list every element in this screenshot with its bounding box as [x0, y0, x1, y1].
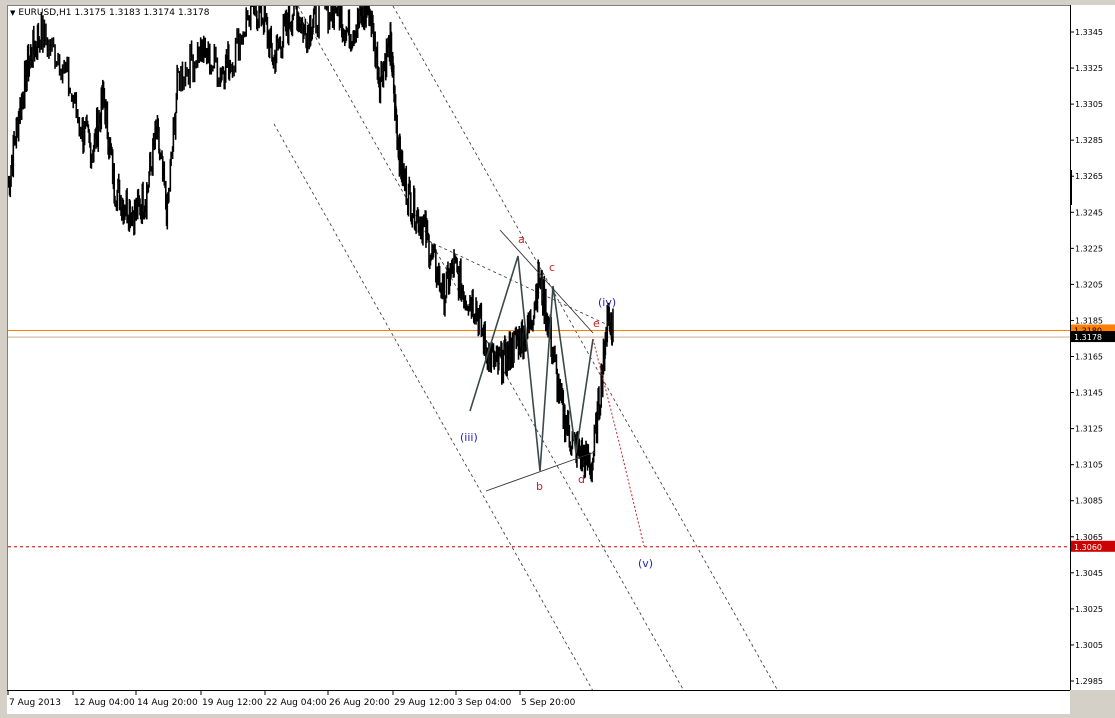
price-tick-label: 1.3265 [1075, 172, 1103, 181]
time-tick-label: 14 Aug 20:00 [137, 698, 198, 708]
price-tick-label: 1.3145 [1075, 389, 1103, 398]
price-tick-label: 1.3105 [1075, 461, 1103, 470]
low-value: 1.3174 [143, 8, 176, 18]
price-tick-label: 1.3125 [1075, 425, 1103, 434]
price-tick-label: 1.3085 [1075, 497, 1103, 506]
wave-label: (iii) [460, 431, 478, 444]
price-tick-label: 1.3205 [1075, 280, 1103, 289]
wave-label: b [536, 480, 543, 493]
price-tick-label: 1.3325 [1075, 64, 1103, 73]
channel-line [392, 6, 779, 691]
chart-plot-area[interactable]: (iii) a b c d e (iv) (v) [7, 5, 1070, 691]
time-tick-label: 7 Aug 2013 [9, 698, 61, 708]
time-tick-label: 5 Sep 20:00 [521, 698, 576, 708]
time-tick-label: 19 Aug 12:00 [202, 698, 263, 708]
price-level-label: 1.3060 [1074, 543, 1102, 552]
price-tick-label: 1.3285 [1075, 136, 1103, 145]
price-level-label: 1.3178 [1074, 333, 1102, 342]
chart-header: ▼ EURUSD,H1 1.3175 1.3183 1.3174 1.3178 [10, 8, 210, 18]
price-tick-label: 1.3245 [1075, 208, 1103, 217]
time-axis-svg: 7 Aug 2013 12 Aug 04:00 14 Aug 20:00 19 Aug… [7, 691, 576, 708]
price-axis-svg: 1.3345 1.3325 1.3305 1.3285 1.3265 1.3245 1.32… [1070, 5, 1115, 690]
chart-window: (iii) a b c d e (iv) (v) ▼ EURUSD,H1 1.3175 1.3… [0, 0, 1115, 714]
close-value: 1.3178 [178, 8, 210, 18]
wave-label: (v) [638, 557, 653, 570]
price-tick-label: 1.3165 [1075, 353, 1103, 362]
wave-label: e [593, 317, 600, 330]
open-value: 1.3175 [74, 8, 107, 18]
symbol-label: EURUSD,H1 [18, 8, 72, 18]
time-tick-label: 22 Aug 04:00 [266, 698, 327, 708]
time-tick-label: 29 Aug 12:00 [394, 698, 455, 708]
wave-label: a [518, 233, 525, 246]
price-tick-label: 1.3005 [1075, 641, 1103, 650]
price-tick-label: 1.2985 [1075, 677, 1103, 686]
time-tick-label: 26 Aug 20:00 [329, 698, 390, 708]
price-axis[interactable]: 1.3345 1.3325 1.3305 1.3285 1.3265 1.3245 1.32… [1070, 5, 1115, 690]
price-tick-label: 1.3185 [1075, 316, 1103, 325]
wave-label: c [549, 261, 555, 274]
price-tick-label: 1.3225 [1075, 244, 1103, 253]
triangle-down-icon[interactable]: ▼ [10, 9, 15, 17]
price-tick-label: 1.3065 [1075, 533, 1103, 542]
price-tick-label: 1.3045 [1075, 569, 1103, 578]
time-axis[interactable]: 7 Aug 2013 12 Aug 04:00 14 Aug 20:00 19 Aug… [7, 690, 1070, 714]
price-tick-label: 1.3345 [1075, 28, 1103, 37]
high-value: 1.3183 [109, 8, 141, 18]
time-tick-label: 3 Sep 04:00 [457, 698, 512, 708]
chart-svg: (iii) a b c d e (iv) (v) [8, 6, 1070, 691]
wave-label: d [578, 473, 585, 486]
price-tick-label: 1.3025 [1075, 605, 1103, 614]
wave-label: (iv) [598, 296, 616, 309]
time-tick-label: 12 Aug 04:00 [74, 698, 135, 708]
price-tick-label: 1.3305 [1075, 100, 1103, 109]
